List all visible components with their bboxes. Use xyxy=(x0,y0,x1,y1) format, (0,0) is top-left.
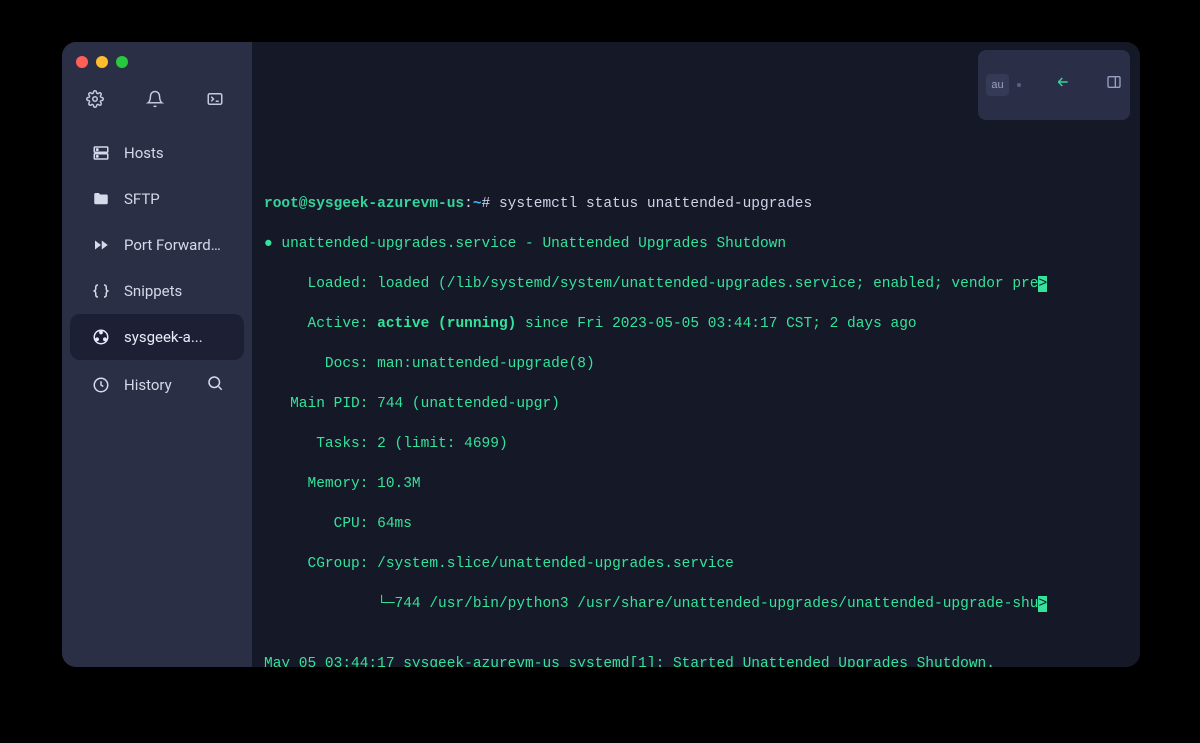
command-text: systemctl status unattended-upgrades xyxy=(499,196,812,212)
journal-line: May 05 03:44:17 sysgeek-azurevm-us syste… xyxy=(264,656,995,667)
sidebar-item-sftp[interactable]: SFTP xyxy=(70,176,244,222)
cpu-value: 64ms xyxy=(377,516,412,532)
sidebar-item-label: Snippets xyxy=(124,282,182,300)
sidebar-item-label: sysgeek-a... xyxy=(124,328,203,346)
terminal-pane[interactable]: au root@sysgeek-azurevm-us:~# systemctl … xyxy=(252,42,1140,667)
split-pane-icon[interactable] xyxy=(1079,54,1122,116)
active-state: active (running) xyxy=(377,316,516,332)
docs-value: man:unattended-upgrade(8) xyxy=(377,356,595,372)
unit-line: unattended-upgrades.service - Unattended… xyxy=(273,236,786,252)
forward-icon xyxy=(92,236,110,254)
minimize-window-button[interactable] xyxy=(96,56,108,68)
window-controls xyxy=(62,52,252,90)
server-icon xyxy=(92,144,110,162)
sidebar-item-snippets[interactable]: Snippets xyxy=(70,268,244,314)
sidebar-item-port-forwarding[interactable]: Port Forwarding xyxy=(70,222,244,268)
gear-icon[interactable] xyxy=(86,90,104,112)
separator-dot xyxy=(1017,83,1021,87)
terminal-toolbar: au xyxy=(978,50,1130,120)
line-overflow-marker: > xyxy=(1038,276,1047,292)
toolbar-badge[interactable]: au xyxy=(986,74,1008,96)
terminal-output: root@sysgeek-azurevm-us:~# systemctl sta… xyxy=(264,174,1132,667)
folder-icon xyxy=(92,190,110,208)
braces-icon xyxy=(92,282,110,300)
bell-icon[interactable] xyxy=(146,90,164,112)
sidebar-item-session[interactable]: sysgeek-a... xyxy=(70,314,244,360)
cgroup-value: /system.slice/unattended-upgrades.servic… xyxy=(377,556,734,572)
sidebar-item-label: SFTP xyxy=(124,190,160,208)
sidebar-item-hosts[interactable]: Hosts xyxy=(70,130,244,176)
sidebar-item-label: History xyxy=(124,376,172,394)
memory-value: 10.3M xyxy=(377,476,421,492)
terminal-prompt-icon[interactable] xyxy=(206,90,224,112)
share-icon[interactable] xyxy=(1029,54,1072,116)
tasks-value: 2 (limit: 4699) xyxy=(377,436,508,452)
ubuntu-icon xyxy=(92,328,110,346)
loaded-value: loaded (/lib/systemd/system/unattended-u… xyxy=(377,276,1038,292)
close-window-button[interactable] xyxy=(76,56,88,68)
cgroup-tree: └─744 /usr/bin/python3 /usr/share/unatte… xyxy=(264,596,1038,612)
prompt-line: root@sysgeek-azurevm-us:~# systemctl sta… xyxy=(264,194,1132,214)
active-since: since Fri 2023-05-05 03:44:17 CST; 2 day… xyxy=(516,316,916,332)
sidebar-top-icons xyxy=(62,90,252,130)
line-overflow-marker: > xyxy=(1038,596,1047,612)
sidebar-item-label: Port Forwarding xyxy=(124,236,224,254)
sidebar-item-label: Hosts xyxy=(124,144,164,162)
search-icon[interactable] xyxy=(206,374,224,396)
sidebar-item-history[interactable]: History xyxy=(70,360,244,410)
app-window: Hosts SFTP Port Forwarding Snippets sysg… xyxy=(62,42,1140,667)
prompt-path: ~ xyxy=(473,196,482,212)
zoom-window-button[interactable] xyxy=(116,56,128,68)
sidebar: Hosts SFTP Port Forwarding Snippets sysg… xyxy=(62,42,252,667)
clock-icon xyxy=(92,376,110,394)
main-pid: 744 (unattended-upgr) xyxy=(377,396,560,412)
status-dot-icon: ● xyxy=(264,236,273,252)
prompt-user-host: root@sysgeek-azurevm-us xyxy=(264,196,464,212)
